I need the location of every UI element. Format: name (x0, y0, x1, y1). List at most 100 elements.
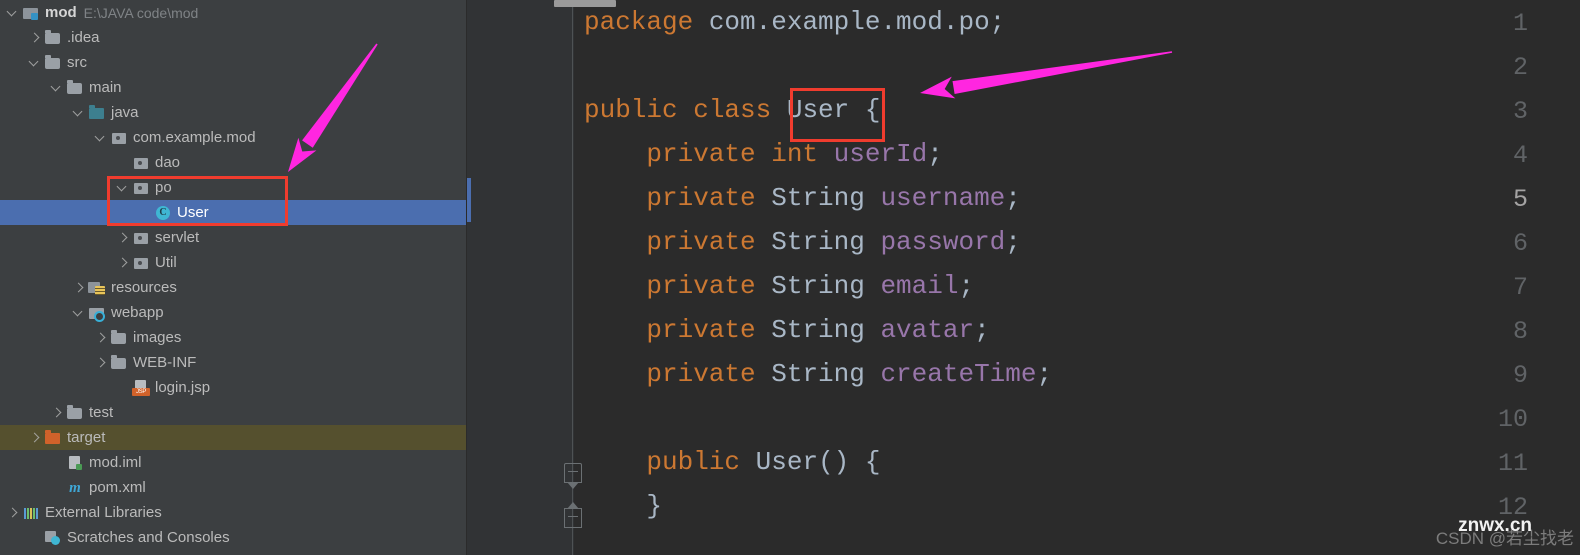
chevron-right-icon[interactable] (28, 431, 41, 444)
chevron-placeholder (50, 481, 63, 494)
tree-item-mod[interactable]: mod E:\JAVA code\mod (0, 0, 466, 25)
tree-item-src[interactable]: src (0, 50, 466, 75)
tree-item-pom-xml[interactable]: m pom.xml (0, 475, 466, 500)
code-line[interactable]: private String createTime; (584, 352, 1052, 396)
folder-src-icon (22, 4, 40, 22)
code-token: com.example.mod.po; (708, 7, 1006, 37)
chevron-down-icon[interactable] (116, 181, 129, 194)
maven-file-icon: m (69, 479, 81, 496)
code-line[interactable] (584, 44, 1052, 88)
folder-resources-icon (88, 279, 106, 297)
code-token: String (771, 271, 881, 301)
tree-item-idea[interactable]: .idea (0, 25, 466, 50)
chevron-down-icon[interactable] (6, 6, 19, 19)
code-line[interactable]: } (584, 484, 1052, 528)
code-token: { (864, 447, 881, 477)
chevron-right-icon[interactable] (72, 281, 85, 294)
fold-marker-close[interactable] (564, 502, 582, 528)
tree-item-scratches-and-consoles[interactable]: Scratches and Consoles (0, 525, 466, 550)
folder-icon (110, 329, 128, 347)
tree-item-servlet[interactable]: servlet (0, 225, 466, 250)
tree-item-po[interactable]: po (0, 175, 466, 200)
panel-divider (466, 0, 467, 555)
tree-item-login-jsp[interactable]: login.jsp (0, 375, 466, 400)
chevron-down-icon[interactable] (72, 306, 85, 319)
code-token: ; (927, 139, 943, 169)
chevron-placeholder (116, 156, 129, 169)
package-icon (132, 254, 150, 272)
code-token: avatar (880, 315, 975, 345)
tree-item-webapp[interactable]: webapp (0, 300, 466, 325)
tree-item-dao[interactable]: dao (0, 150, 466, 175)
chevron-down-icon[interactable] (72, 106, 85, 119)
line-number: 5 (1512, 185, 1528, 214)
project-tree[interactable]: mod E:\JAVA code\mod .idea src main java com.e… (0, 0, 466, 550)
code-token: ; (1036, 359, 1053, 389)
scratches-icon (44, 529, 62, 547)
fold-marker-open[interactable] (564, 463, 582, 489)
chevron-down-icon[interactable] (50, 81, 63, 94)
scrollbar-thumb[interactable] (554, 0, 616, 7)
tree-item-user[interactable]: C User (0, 200, 466, 225)
chevron-right-icon[interactable] (28, 31, 41, 44)
code-line[interactable] (584, 396, 1052, 440)
chevron-right-icon[interactable] (6, 506, 19, 519)
tree-item-resources[interactable]: resources (0, 275, 466, 300)
tree-item-com-example-mod[interactable]: com.example.mod (0, 125, 466, 150)
code-line[interactable]: private String username; (584, 176, 1052, 220)
tree-item-main[interactable]: main (0, 75, 466, 100)
code-token: String (771, 227, 881, 257)
chevron-down-icon[interactable] (28, 56, 41, 69)
code-line[interactable]: private String avatar; (584, 308, 1052, 352)
code-token: public class (584, 95, 787, 125)
project-tree-panel[interactable]: mod E:\JAVA code\mod .idea src main java com.e… (0, 0, 466, 555)
chevron-down-icon[interactable] (94, 131, 107, 144)
tree-item-target[interactable]: target (0, 425, 466, 450)
code-token: package (584, 7, 709, 37)
chevron-right-icon[interactable] (116, 256, 129, 269)
code-token: ; (958, 271, 975, 301)
ide-window: mod E:\JAVA code\mod .idea src main java com.e… (0, 0, 1580, 555)
tree-item-java[interactable]: java (0, 100, 466, 125)
chevron-right-icon[interactable] (50, 406, 63, 419)
code-token: String (771, 359, 881, 389)
tree-item-images[interactable]: images (0, 325, 466, 350)
code-token: private (584, 315, 772, 345)
tree-item-label: .idea (67, 29, 100, 46)
code-token: email (880, 271, 959, 301)
chevron-right-icon[interactable] (94, 331, 107, 344)
tree-item-label: dao (155, 154, 181, 171)
code-token: String (771, 183, 881, 213)
code-line[interactable]: public class User { (584, 88, 1052, 132)
tree-item-external-libraries[interactable]: External Libraries (0, 500, 466, 525)
line-number: 10 (1497, 405, 1528, 434)
jsp-file-icon (132, 379, 150, 397)
folder-icon (44, 29, 62, 47)
line-number: 11 (1497, 449, 1528, 478)
code-line[interactable]: private String email; (584, 264, 1052, 308)
code-text[interactable]: package com.example.mod.po; public class… (584, 0, 1052, 528)
chevron-right-icon[interactable] (94, 356, 107, 369)
code-line[interactable]: public User() { (584, 440, 1052, 484)
folder-icon (110, 354, 128, 372)
editor-horizontal-scrollbar[interactable] (466, 0, 1580, 8)
code-token: public (584, 447, 756, 477)
editor-gutter[interactable] (466, 0, 574, 555)
tree-item-util[interactable]: Util (0, 250, 466, 275)
code-editor[interactable]: 1 2 3 4 5 6 7 8 9 10 11 12 package com.example.mod.… (466, 0, 1580, 555)
line-number: 3 (1512, 97, 1528, 126)
tree-item-label: pom.xml (89, 479, 146, 496)
line-number: 1 (1512, 9, 1528, 38)
folder-icon (44, 54, 62, 72)
code-line[interactable]: private int userId; (584, 132, 1052, 176)
tree-item-test[interactable]: test (0, 400, 466, 425)
class-icon: C (154, 204, 172, 222)
tree-item-label: resources (111, 279, 177, 296)
line-number: 9 (1512, 361, 1528, 390)
code-token: User (786, 95, 865, 125)
chevron-right-icon[interactable] (116, 231, 129, 244)
tree-item-web-inf[interactable]: WEB-INF (0, 350, 466, 375)
code-line[interactable]: private String password; (584, 220, 1052, 264)
tree-item-mod-iml[interactable]: mod.iml (0, 450, 466, 475)
line-number: 4 (1512, 141, 1528, 170)
